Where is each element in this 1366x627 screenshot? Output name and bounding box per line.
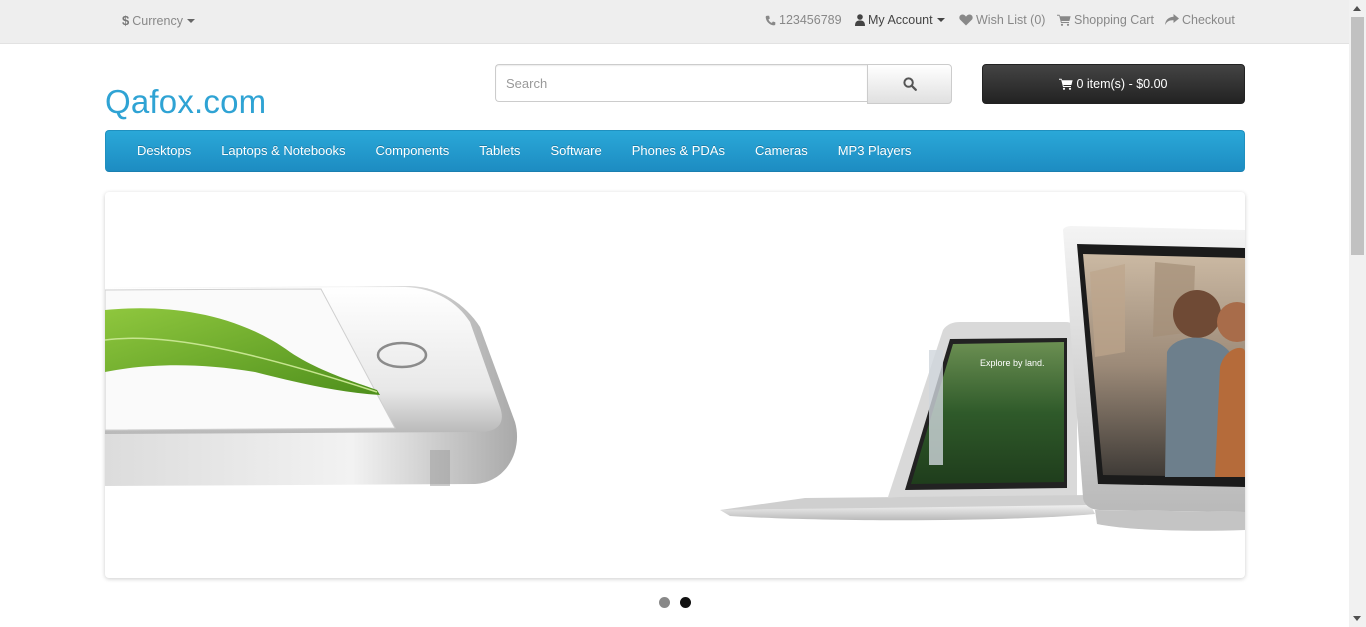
slide-dot-1[interactable] <box>659 597 670 608</box>
phone-link[interactable]: 123456789 <box>765 12 842 28</box>
menu-item-cameras[interactable]: Cameras <box>740 131 823 171</box>
laptop-small-illustration: Explore by land. <box>720 322 1095 521</box>
laptop-large-illustration <box>1063 226 1245 531</box>
search-bar <box>495 64 952 104</box>
scroll-up-icon[interactable] <box>1353 6 1361 11</box>
phone-icon <box>765 15 776 25</box>
page: $ Currency 123456789 My Account Wish Lis… <box>0 0 1349 627</box>
top-bar: $ Currency 123456789 My Account Wish Lis… <box>0 0 1349 44</box>
search-input[interactable] <box>495 64 867 102</box>
share-arrow-icon <box>1165 14 1179 25</box>
phone-number: 123456789 <box>779 13 842 27</box>
chevron-down-icon <box>186 19 195 23</box>
laptop-screen-text: Explore by land. <box>980 358 1045 368</box>
wishlist-link[interactable]: Wish List (0) <box>959 12 1045 28</box>
menu-item-laptops-notebooks[interactable]: Laptops & Notebooks <box>206 131 360 171</box>
slide-image: Explore by land. <box>105 226 1245 531</box>
shopping-cart-icon <box>1057 14 1071 26</box>
scroll-down-icon[interactable] <box>1353 616 1361 621</box>
menu-item-components[interactable]: Components <box>361 131 465 171</box>
heart-icon <box>959 14 973 26</box>
slideshow-pagination <box>659 597 701 608</box>
chevron-down-icon <box>936 18 945 22</box>
site-logo[interactable]: Qafox.com <box>105 80 266 124</box>
currency-dropdown[interactable]: $ Currency <box>122 13 195 29</box>
phone-illustration <box>105 286 518 486</box>
menu-item-mp3-players[interactable]: MP3 Players <box>823 131 927 171</box>
slide-dot-2[interactable] <box>680 597 691 608</box>
wishlist-label: Wish List (0) <box>976 13 1046 27</box>
category-menu: Desktops Laptops & Notebooks Components … <box>105 130 1245 172</box>
currency-label: Currency <box>132 14 183 28</box>
currency-symbol: $ <box>122 13 130 28</box>
shopping-cart-icon <box>1059 78 1074 90</box>
cart-total-button[interactable]: 0 item(s) - $0.00 <box>982 64 1245 104</box>
hero-slideshow[interactable]: Explore by land. <box>105 192 1245 578</box>
vertical-scrollbar[interactable] <box>1349 0 1366 627</box>
user-icon <box>855 14 865 26</box>
menu-item-software[interactable]: Software <box>535 131 616 171</box>
shopping-cart-link[interactable]: Shopping Cart <box>1057 12 1154 28</box>
menu-item-desktops[interactable]: Desktops <box>122 131 206 171</box>
scrollbar-thumb[interactable] <box>1351 17 1364 255</box>
my-account-dropdown[interactable]: My Account <box>855 12 945 28</box>
menu-item-tablets[interactable]: Tablets <box>464 131 535 171</box>
search-button[interactable] <box>867 64 952 104</box>
shopping-cart-label: Shopping Cart <box>1074 13 1154 27</box>
cart-total-label: 0 item(s) - $0.00 <box>1076 77 1168 91</box>
my-account-label: My Account <box>868 13 933 27</box>
checkout-link[interactable]: Checkout <box>1165 12 1235 28</box>
menu-item-phones-pdas[interactable]: Phones & PDAs <box>617 131 740 171</box>
search-icon <box>902 77 917 91</box>
checkout-label: Checkout <box>1182 13 1235 27</box>
